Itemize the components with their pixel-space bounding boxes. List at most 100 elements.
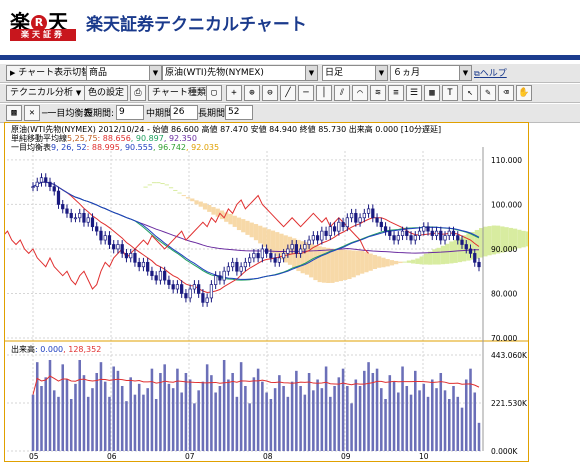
zoom-out-icon[interactable]: ⊖: [262, 85, 278, 101]
volume-bar: [358, 385, 362, 451]
volume-bar: [384, 398, 387, 451]
volume-bar: [171, 388, 175, 451]
ichimoku-cloud-segment: [440, 245, 446, 265]
candle-body: [141, 261, 146, 268]
candle-body: [180, 284, 184, 294]
crosshair-icon[interactable]: +: [226, 85, 242, 101]
candle-body: [328, 226, 332, 236]
period-select[interactable]: ６ヵ月 ▼: [390, 65, 472, 81]
window-toggle-icon[interactable]: ▢: [206, 85, 222, 101]
fan-icon[interactable]: ≋: [370, 85, 386, 101]
ichimoku-cloud-segment: [423, 253, 429, 265]
candle-body: [264, 248, 269, 254]
candle-body: [273, 257, 277, 263]
parallel-line-icon[interactable]: ⫽: [334, 85, 350, 101]
ichimoku-cloud-segment: [483, 226, 488, 257]
candle-body: [235, 261, 239, 272]
erase-icon[interactable]: ⌫: [498, 85, 514, 101]
trendline-icon[interactable]: ╱: [280, 85, 296, 101]
header: 楽R天 楽天証券 楽天証券テクニカルチャート: [0, 0, 580, 52]
candle-body: [150, 270, 154, 277]
ichimoku-cloud-segment: [402, 261, 407, 263]
candle-body: [417, 230, 422, 236]
grid-icon[interactable]: ▦: [424, 85, 440, 101]
volume-bar: [350, 403, 353, 451]
mid-period-input[interactable]: 26: [170, 105, 198, 120]
candle-body: [31, 186, 35, 188]
candle-body: [222, 270, 226, 281]
ichimoku-cloud-segment: [517, 229, 522, 249]
print-icon[interactable]: ⎙: [130, 85, 146, 101]
volume-bar: [248, 403, 251, 451]
volume-bar: [231, 372, 234, 451]
candle-body: [443, 235, 447, 241]
volume-bar: [341, 368, 345, 451]
chevron-down-icon: ▼: [149, 66, 161, 80]
text-tool-icon[interactable]: T: [442, 85, 458, 101]
interval-select[interactable]: 日足 ▼: [322, 65, 388, 81]
logo-subtitle: 楽天証券: [10, 29, 76, 41]
cycle-icon[interactable]: ☰: [406, 85, 422, 101]
ichimoku-cloud-segment: [432, 249, 437, 265]
volume-bar: [163, 364, 166, 451]
candle-body: [248, 257, 252, 263]
volume-bar: [103, 381, 107, 451]
volume-bar: [129, 377, 132, 451]
x-tick-label: 06: [107, 452, 117, 461]
volume-bar: [477, 422, 481, 451]
volume-bar: [137, 383, 141, 451]
candle-body: [116, 244, 120, 250]
category-select[interactable]: 商品 ▼: [86, 65, 162, 81]
candle-body: [286, 248, 290, 254]
candle-body: [405, 230, 409, 236]
retracement-icon[interactable]: ≡: [388, 85, 404, 101]
chart-panel[interactable]: 原油(WTI先物(NYMEX) 2012/10/24 - 始値 86.600 高…: [4, 122, 529, 462]
volume-bar: [99, 362, 103, 451]
volume-bar: [244, 385, 247, 451]
ichimoku-cloud-segment: [330, 248, 335, 283]
candle-body: [103, 235, 107, 241]
candle-body: [269, 253, 273, 259]
x-tick-label: 08: [263, 452, 273, 461]
horizontal-line-icon[interactable]: ─: [298, 85, 314, 101]
delete-icon[interactable]: ✎: [480, 85, 496, 101]
hand-icon[interactable]: ✋: [516, 85, 532, 101]
x-tick-label: 10: [419, 452, 429, 461]
volume-bar: [31, 394, 35, 451]
candle-body: [256, 253, 260, 259]
candle-body: [422, 226, 426, 232]
candle-body: [167, 279, 171, 285]
long-period-input[interactable]: 52: [225, 105, 253, 120]
rakuten-logo[interactable]: 楽R天: [10, 6, 74, 34]
candle-body: [332, 226, 337, 232]
ichimoku-cloud-segment: [143, 186, 148, 188]
price-chart[interactable]: 110.000 100.000 90.000 80.000 70.000 443.060K…: [5, 123, 528, 461]
help-link[interactable]: ⧉ヘルプ: [474, 66, 507, 79]
candle-body: [158, 270, 163, 281]
candle-body: [456, 235, 460, 241]
arc-icon[interactable]: ⌒: [352, 85, 368, 101]
technical-analysis-button[interactable]: テクニカル分析 ▼: [6, 85, 86, 101]
pointer-icon[interactable]: ↖: [462, 85, 478, 101]
toolbar-main: ▶ チャート表示切替 商品 ▼ 原油(WTI)先物(NYMEX) ▼ 日足 ▼ …: [0, 64, 580, 83]
header-rule: [0, 55, 580, 60]
candle-body: [383, 226, 388, 232]
candle-body: [61, 204, 65, 210]
candle-body: [303, 244, 307, 250]
ichimoku-cloud-segment: [351, 250, 356, 278]
volume-bar: [74, 383, 77, 451]
volume-bar: [380, 388, 383, 451]
short-period-input[interactable]: 9: [116, 105, 144, 120]
candle-body: [95, 226, 99, 232]
palette-icon[interactable]: ▩: [6, 105, 22, 121]
chart-switch-button[interactable]: ▶ チャート表示切替: [6, 65, 95, 81]
vertical-line-icon[interactable]: │: [316, 85, 332, 101]
close-icon[interactable]: ✕: [24, 105, 40, 121]
candle-body: [464, 244, 468, 250]
zoom-in-icon[interactable]: ⊕: [244, 85, 260, 101]
volume-bar: [401, 366, 404, 451]
instrument-select[interactable]: 原油(WTI)先物(NYMEX) ▼: [162, 65, 318, 81]
color-settings-button[interactable]: 色の設定: [84, 85, 129, 101]
volume-bar: [218, 385, 222, 451]
candle-body: [468, 248, 473, 254]
